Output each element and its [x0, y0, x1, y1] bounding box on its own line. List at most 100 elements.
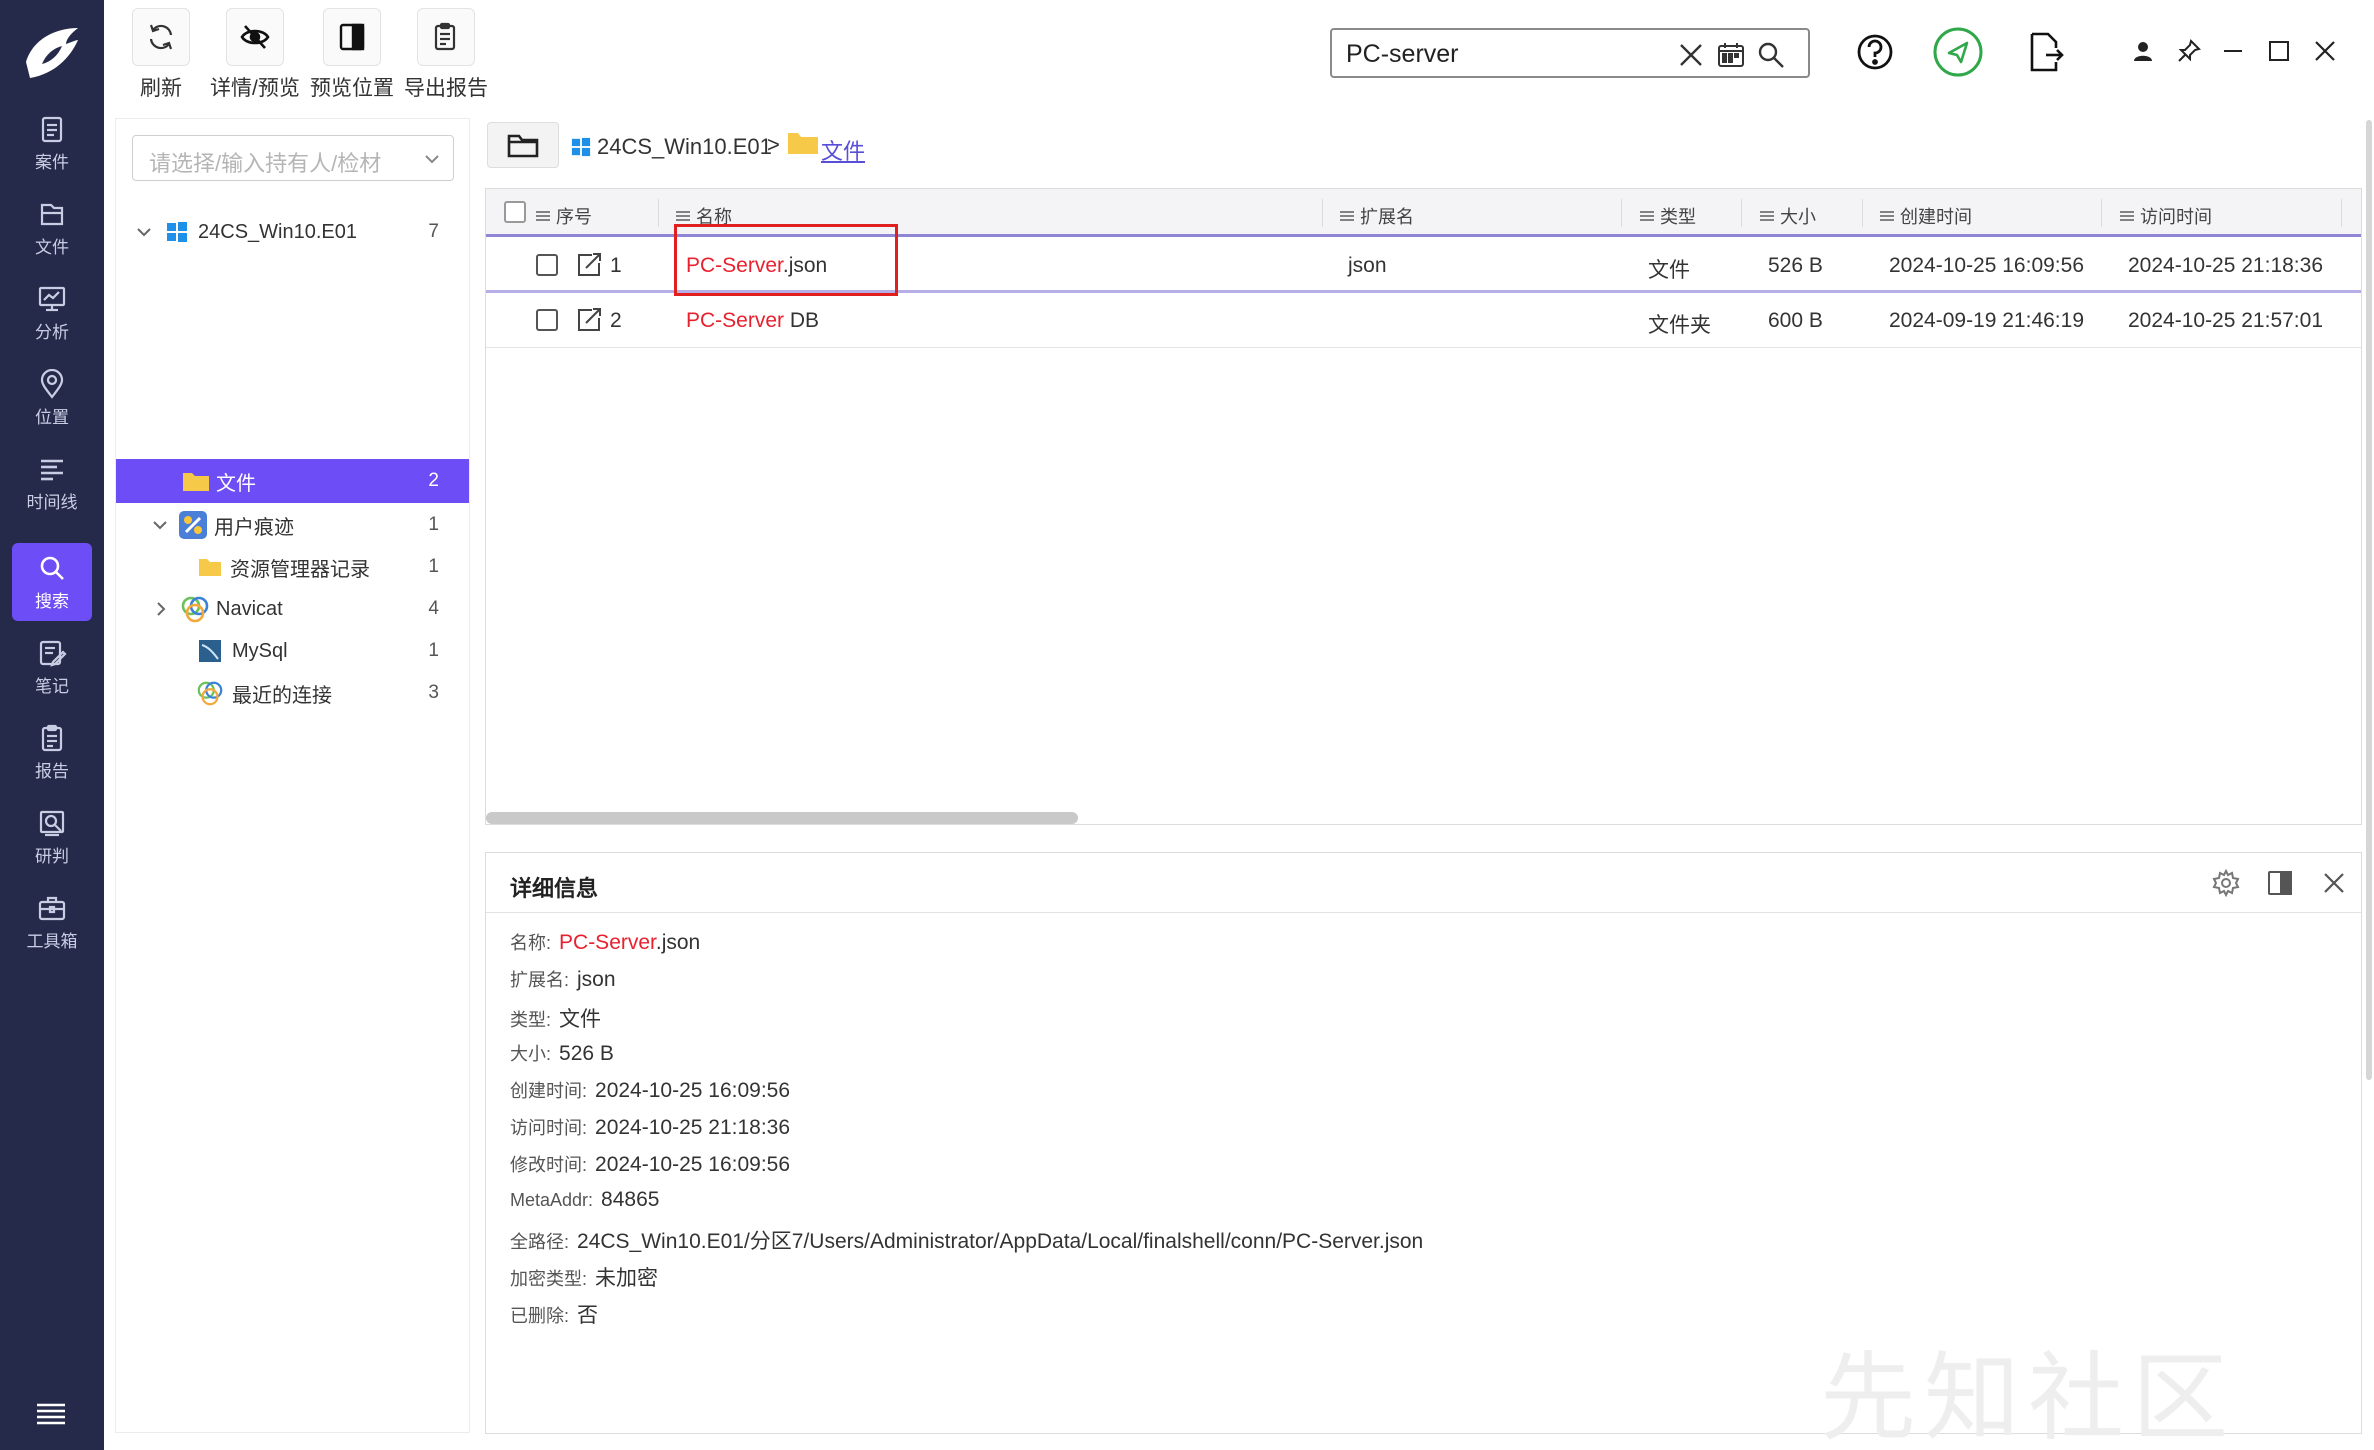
tree-item-user-traces[interactable]: 用户痕迹 1 — [116, 504, 469, 546]
user-icon[interactable] — [2130, 38, 2156, 64]
nav-item-location[interactable]: 位置 — [12, 359, 92, 437]
detail-value: 2024-10-25 21:18:36 — [595, 1116, 791, 1139]
name-suffix: DB — [784, 309, 820, 332]
help-icon[interactable] — [1853, 30, 1897, 74]
nav-item-search[interactable]: 搜索 — [12, 543, 92, 621]
detail-encryption: 加密类型: 未加密 — [510, 1262, 658, 1292]
breadcrumb-root[interactable]: 24CS_Win10.E01 — [597, 134, 772, 160]
column-header-type[interactable]: 类型 — [1640, 203, 1696, 229]
detail-name: 名称: PC-Server.json — [510, 929, 700, 955]
nav-item-files[interactable]: 文件 — [12, 189, 92, 267]
nav-item-judge[interactable]: 研判 — [12, 798, 92, 876]
nav-item-case[interactable]: 案件 — [12, 104, 92, 182]
row-checkbox[interactable] — [536, 309, 558, 331]
column-separator[interactable] — [2101, 199, 2102, 227]
column-menu-icon — [1640, 211, 1654, 221]
row-checkbox[interactable] — [536, 254, 558, 276]
tree-item-evidence-root[interactable]: 24CS_Win10.E01 7 — [116, 211, 469, 253]
search-hit-text: PC-Server — [559, 931, 656, 954]
detail-label: 创建时间: — [510, 1081, 588, 1101]
column-separator[interactable] — [1862, 199, 1863, 227]
nav-item-report[interactable]: 报告 — [12, 713, 92, 791]
detail-type: 类型: 文件 — [510, 1003, 601, 1033]
tree-item-files[interactable]: 文件 2 — [116, 459, 469, 503]
folder-view-button[interactable] — [487, 122, 559, 168]
table-row[interactable]: 2 PC-Server DB 文件夹 600 B 2024-09-19 21:4… — [486, 294, 2361, 348]
column-header-extension[interactable]: 扩展名 — [1340, 203, 1414, 229]
app-logo-icon — [26, 28, 78, 78]
column-header-created[interactable]: 创建时间 — [1880, 203, 1972, 229]
nav-item-notes[interactable]: 笔记 — [12, 628, 92, 706]
watermark: 先知社区 — [1820, 1342, 2236, 1450]
search-icon[interactable] — [1756, 40, 1786, 70]
chevron-right-icon[interactable] — [154, 601, 168, 617]
column-separator[interactable] — [2341, 199, 2342, 227]
gear-icon[interactable] — [2212, 869, 2240, 897]
minimize-icon[interactable] — [2220, 38, 2246, 64]
panel-layout-icon[interactable] — [2266, 869, 2294, 897]
name-suffix: .json — [655, 931, 701, 954]
open-external-icon[interactable] — [574, 250, 604, 280]
close-window-icon[interactable] — [2312, 38, 2338, 64]
tree-item-explorer-records[interactable]: 资源管理器记录 1 — [116, 546, 469, 588]
cell-name[interactable]: PC-Server DB — [686, 309, 819, 333]
tree-item-label: 资源管理器记录 — [230, 558, 370, 581]
preview-position-button[interactable]: 预览位置 — [310, 8, 394, 102]
nav-item-analysis[interactable]: 分析 — [12, 274, 92, 352]
horizontal-scrollbar[interactable] — [486, 812, 1078, 824]
clear-icon[interactable] — [1676, 40, 1706, 70]
detail-label: 访问时间: — [510, 1118, 588, 1138]
export-report-button[interactable]: 导出报告 — [404, 8, 488, 102]
chart-monitor-icon — [38, 286, 66, 311]
send-icon[interactable] — [1932, 26, 1984, 78]
pin-icon[interactable] — [2176, 38, 2202, 64]
breadcrumb-current[interactable]: 文件 — [821, 134, 865, 166]
tree-item-navicat[interactable]: Navicat 4 — [116, 588, 469, 630]
column-separator[interactable] — [658, 199, 659, 227]
detail-full-path: 全路径: 24CS_Win10.E01/分区7/Users/Administrat… — [510, 1225, 1423, 1255]
calendar-icon[interactable] — [1716, 40, 1746, 70]
detail-value: 526 B — [559, 1042, 614, 1065]
chevron-down-icon[interactable] — [136, 224, 152, 240]
hamburger-menu-icon[interactable] — [34, 1400, 68, 1428]
details-preview-button[interactable]: 详情/预览 — [210, 8, 300, 102]
nav-item-toolbox[interactable]: 工具箱 — [12, 883, 92, 961]
nav-item-label: 报告 — [35, 761, 69, 781]
column-header-size[interactable]: 大小 — [1760, 203, 1816, 229]
toolbox-icon — [38, 896, 66, 920]
cell-size: 600 B — [1768, 309, 1823, 332]
tree-item-recent-connections[interactable]: 最近的连接 3 — [116, 672, 469, 714]
column-header-label: 扩展名 — [1360, 207, 1414, 227]
column-separator[interactable] — [1741, 199, 1742, 227]
owner-select[interactable]: 请选择/输入持有人/检材 — [132, 135, 454, 181]
detail-label: 加密类型: — [510, 1269, 588, 1289]
tree-item-mysql[interactable]: MySql 1 — [116, 630, 469, 672]
nav-item-label: 案件 — [35, 152, 69, 172]
column-separator[interactable] — [1322, 199, 1323, 227]
cell-created: 2024-10-25 16:09:56 — [1889, 254, 2084, 277]
refresh-button[interactable]: 刷新 — [132, 8, 190, 102]
user-traces-icon — [179, 511, 207, 539]
detail-label: 类型: — [510, 1010, 552, 1030]
nav-item-timeline[interactable]: 时间线 — [12, 444, 92, 522]
note-icon — [39, 640, 67, 667]
nav-item-label: 位置 — [35, 407, 69, 427]
chevron-down-icon[interactable] — [152, 517, 168, 533]
detail-label: 已删除: — [510, 1306, 570, 1326]
tree-item-label: MySql — [232, 639, 288, 662]
column-separator[interactable] — [1621, 199, 1622, 227]
navicat-icon — [181, 596, 209, 623]
tree-panel: 请选择/输入持有人/检材 24CS_Win10.E01 7 文件 2 用户痕迹 … — [115, 118, 470, 1433]
detail-created: 创建时间: 2024-10-25 16:09:56 — [510, 1077, 790, 1103]
vertical-scrollbar[interactable] — [2366, 120, 2372, 1080]
detail-value: 未加密 — [595, 1267, 659, 1290]
column-header-accessed[interactable]: 访问时间 — [2120, 203, 2212, 229]
column-header-index[interactable]: 序号 — [536, 203, 592, 229]
close-icon[interactable] — [2320, 869, 2348, 897]
open-external-icon[interactable] — [574, 305, 604, 335]
export-file-icon[interactable] — [2022, 30, 2066, 74]
cell-accessed: 2024-10-25 21:18:36 — [2128, 254, 2323, 277]
maximize-icon[interactable] — [2266, 38, 2292, 64]
search-input[interactable] — [1346, 36, 1646, 72]
select-all-checkbox[interactable] — [504, 201, 526, 223]
